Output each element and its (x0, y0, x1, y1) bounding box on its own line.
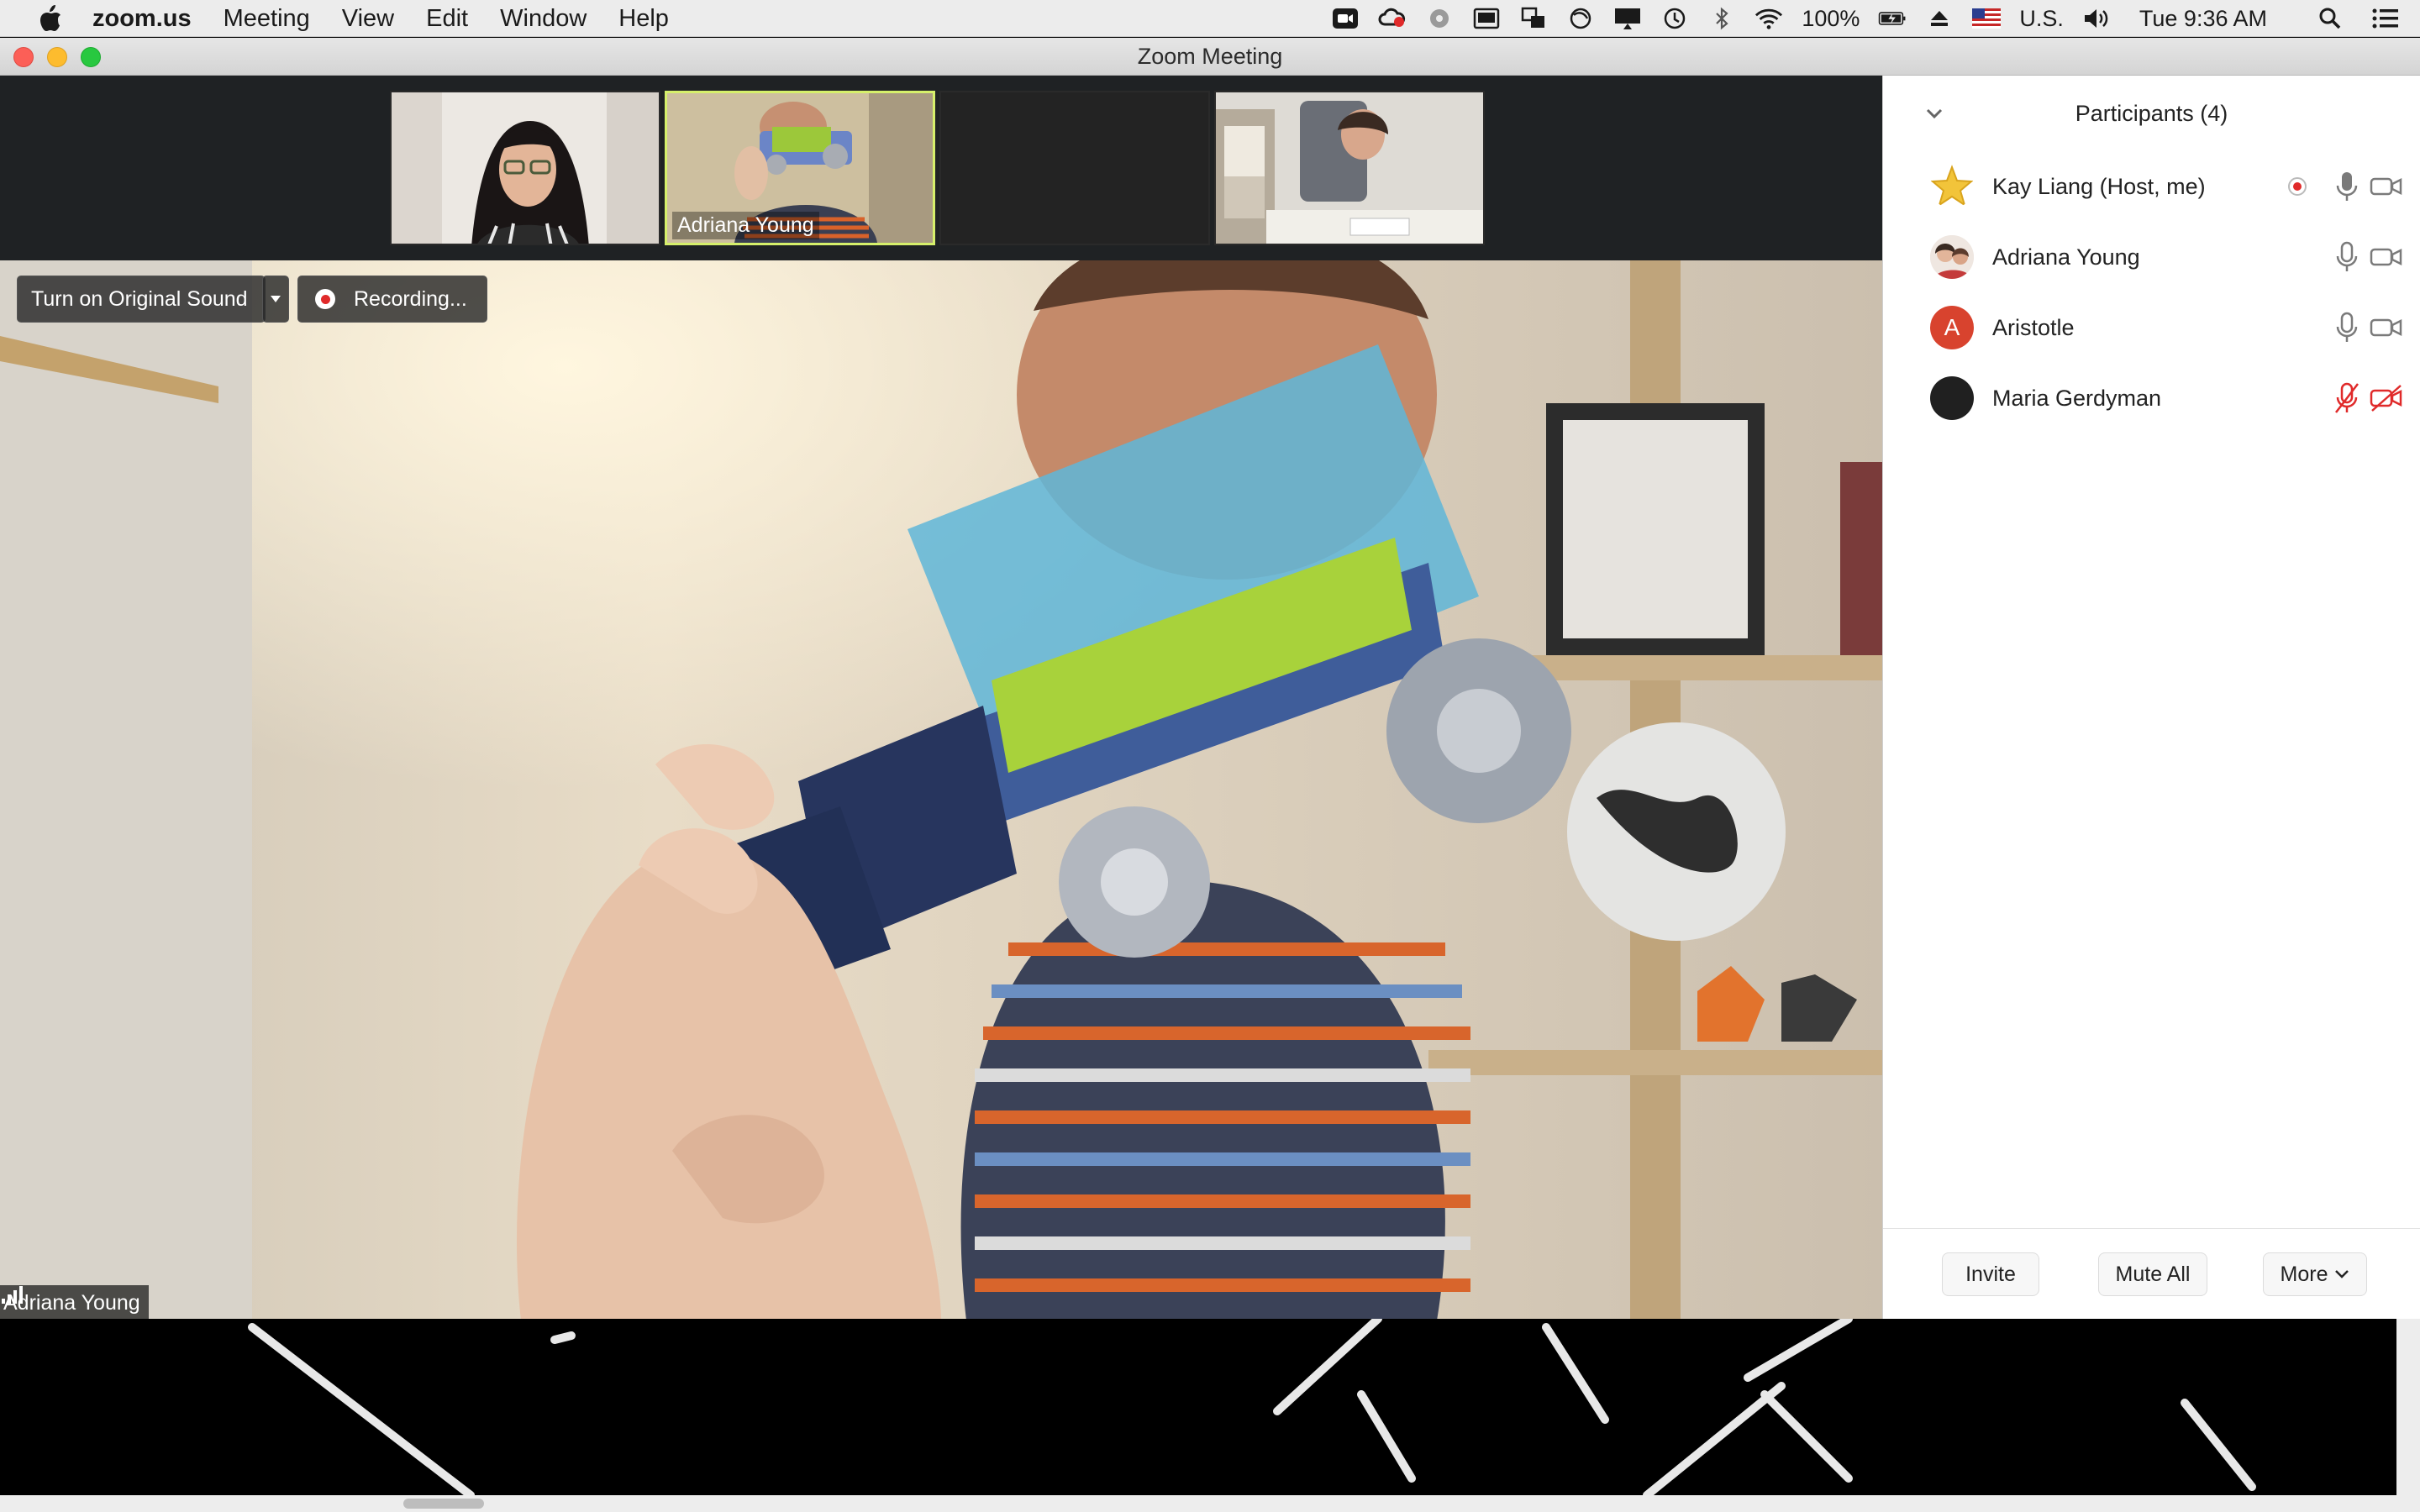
menu-view[interactable]: View (342, 0, 394, 37)
recording-status-icon (2288, 177, 2307, 196)
menu-app-name[interactable]: zoom.us (92, 0, 192, 37)
wifi-icon[interactable] (1754, 6, 1783, 31)
video-area: Adriana Young Adriana Young Turn on Orig… (0, 76, 1882, 1320)
active-speaker-video[interactable]: Adriana Young (0, 260, 1882, 1320)
sync-icon[interactable] (1566, 6, 1595, 31)
video-camera-icon[interactable] (2369, 313, 2404, 342)
caret-down-icon (271, 296, 281, 302)
ball-icon[interactable] (1425, 6, 1454, 31)
original-sound-label: Turn on Original Sound (31, 286, 248, 311)
recording-indicator[interactable]: Recording... (297, 276, 487, 323)
video-camera-icon[interactable] (2369, 243, 2404, 271)
eject-icon[interactable] (1925, 6, 1954, 31)
battery-percent: 100% (1802, 5, 1860, 31)
invite-label: Invite (1965, 1262, 2016, 1286)
menubar-clock[interactable]: Tue 9:36 AM (2139, 6, 2267, 32)
menu-help[interactable]: Help (618, 0, 669, 37)
mute-all-label: Mute All (2115, 1262, 2191, 1286)
video-off-icon[interactable] (2369, 384, 2404, 412)
microphone-muted-icon[interactable] (2332, 381, 2362, 415)
menu-bar: zoom.us Meeting View Edit Window Help 10… (0, 0, 2420, 37)
invite-button[interactable]: Invite (1942, 1252, 2039, 1296)
microphone-icon[interactable] (2332, 311, 2362, 344)
active-speaker-name-tag: Adriana Young (0, 1285, 149, 1320)
original-sound-button[interactable]: Turn on Original Sound (17, 276, 266, 323)
airplay-display-icon[interactable] (1613, 6, 1642, 31)
mute-all-button[interactable]: Mute All (2098, 1252, 2207, 1296)
collapse-chevron-icon[interactable] (1922, 101, 1947, 126)
star-avatar (1930, 165, 1974, 208)
window-title-bar[interactable]: Zoom Meeting (0, 38, 2420, 76)
volume-icon[interactable] (2082, 6, 2111, 31)
dark-avatar (1930, 376, 1974, 420)
participant-name: Kay Liang (Host, me) (1992, 173, 2206, 199)
time-machine-icon[interactable] (1660, 6, 1689, 31)
battery-icon[interactable] (1878, 6, 1907, 31)
screen-share-icon[interactable] (1519, 6, 1548, 31)
participants-header: Participants (4) (1883, 76, 2420, 151)
thumbnail-maria-gerdyman[interactable] (939, 91, 1210, 245)
letter-avatar: A (1930, 306, 1974, 349)
window-icon[interactable] (1472, 6, 1501, 31)
us-flag-icon[interactable] (1972, 6, 2002, 31)
participants-title: Participants (4) (2075, 100, 2228, 126)
participant-name: Maria Gerdyman (1992, 385, 2162, 411)
participant-row[interactable]: Adriana Young (1883, 222, 2420, 292)
more-label: More (2280, 1262, 2328, 1286)
participant-name: Adriana Young (1992, 244, 2140, 270)
horizontal-scrollbar[interactable] (0, 1495, 2420, 1512)
microphone-icon[interactable] (2332, 170, 2362, 203)
thumbnail-kay-liang[interactable] (390, 91, 660, 245)
apple-menu-icon[interactable] (32, 0, 69, 37)
thumbnail-name-label: Adriana Young (672, 212, 819, 239)
thumbnail-strip: Adriana Young (390, 91, 1485, 245)
notification-center-icon[interactable] (2371, 6, 2400, 31)
original-sound-dropdown[interactable] (262, 276, 289, 323)
participant-row[interactable]: A Aristotle (1883, 292, 2420, 363)
thumbnail-adriana-young[interactable]: Adriana Young (665, 91, 935, 245)
participants-panel: Participants (4) Kay Liang (Host, me) Ad… (1882, 76, 2420, 1319)
chevron-down-icon (2335, 1270, 2349, 1278)
thumbnail-aristotle[interactable] (1214, 91, 1485, 245)
bluetooth-icon[interactable] (1707, 6, 1736, 31)
menu-meeting[interactable]: Meeting (224, 0, 310, 37)
zoom-video-status-icon[interactable] (1331, 6, 1360, 31)
microphone-icon[interactable] (2332, 240, 2362, 274)
recording-label: Recording... (354, 286, 467, 311)
creative-cloud-icon[interactable] (1378, 6, 1407, 31)
signal-strength-icon (2, 1286, 23, 1304)
participants-footer: Invite Mute All More (1883, 1228, 2420, 1319)
input-source-label[interactable]: U.S. (2019, 6, 2064, 32)
vertical-scrollbar[interactable] (2396, 1319, 2420, 1495)
menu-edit[interactable]: Edit (426, 0, 468, 37)
photo-avatar (1930, 235, 1974, 279)
participant-name: Aristotle (1992, 314, 2075, 340)
video-camera-icon[interactable] (2369, 172, 2404, 201)
window-title: Zoom Meeting (1137, 44, 1283, 69)
recording-dot-icon (315, 289, 335, 309)
spotlight-search-icon[interactable] (2316, 6, 2344, 31)
menu-window[interactable]: Window (500, 0, 587, 37)
participant-row[interactable]: Maria Gerdyman (1883, 363, 2420, 433)
more-button[interactable]: More (2263, 1252, 2367, 1296)
zoom-meeting-window: Adriana Young Adriana Young Turn on Orig… (0, 76, 2420, 1512)
avatar-initial: A (1944, 314, 1960, 340)
scrollbar-thumb[interactable] (403, 1499, 484, 1509)
participant-row[interactable]: Kay Liang (Host, me) (1883, 151, 2420, 222)
background-video-region (0, 1319, 2420, 1495)
